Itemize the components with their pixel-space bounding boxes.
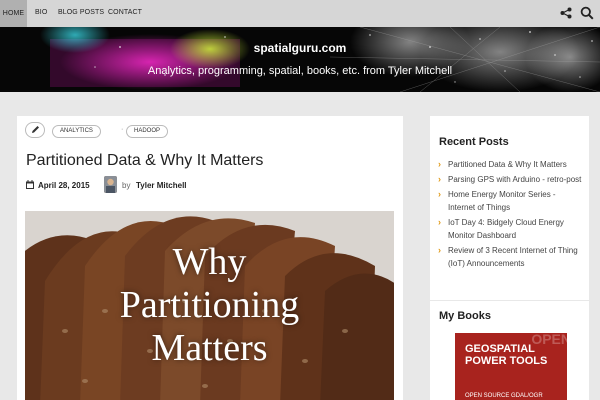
top-navigation: HOME BIO BLOG POSTS CONTACT bbox=[0, 0, 600, 27]
search-icon[interactable] bbox=[580, 6, 594, 20]
post-meta: April 28, 2015 by Tyler Mitchell bbox=[26, 176, 386, 194]
nav-home[interactable]: HOME bbox=[0, 0, 27, 27]
post-author[interactable]: Tyler Mitchell bbox=[136, 181, 187, 190]
book-subtitle: OPEN SOURCE GDAL/OGR bbox=[465, 393, 543, 399]
tag-separator: · bbox=[121, 126, 124, 133]
tag-hadoop[interactable]: HADOOP bbox=[126, 125, 169, 138]
post-card: ANALYTICS · HADOOP Partitioned Data & Wh… bbox=[17, 116, 403, 400]
pencil-icon bbox=[25, 122, 45, 138]
nav-bio[interactable]: BIO bbox=[35, 9, 47, 16]
chevron-right-icon: › bbox=[438, 159, 441, 169]
featured-image[interactable]: Why Partitioning Matters bbox=[25, 211, 394, 400]
featured-image-caption: Why Partitioning Matters bbox=[119, 241, 300, 369]
nav-contact[interactable]: CONTACT bbox=[108, 9, 142, 16]
list-item[interactable]: › Parsing GPS with Arduino - retro-post bbox=[438, 173, 584, 186]
post-date[interactable]: April 28, 2015 bbox=[38, 181, 90, 190]
list-item[interactable]: › Home Energy Monitor Series - Internet o… bbox=[438, 188, 584, 214]
recent-posts-widget: Recent Posts › Partitioned Data & Why It … bbox=[430, 116, 589, 300]
book-cover[interactable]: OPEN GEOSPATIAL POWER TOOLS OPEN SOURCE … bbox=[455, 333, 567, 400]
list-item[interactable]: › Review of 3 Recent Internet of Thing (I… bbox=[438, 244, 584, 270]
site-tagline: Analytics, programming, spatial, books, … bbox=[147, 65, 453, 77]
recent-posts-list: › Partitioned Data & Why It Matters › Pars… bbox=[438, 158, 584, 272]
tag-analytics[interactable]: ANALYTICS bbox=[52, 125, 101, 138]
header-background-image bbox=[40, 27, 600, 92]
chevron-right-icon: › bbox=[438, 189, 441, 199]
chevron-right-icon: › bbox=[438, 217, 441, 227]
byline-label: by bbox=[122, 181, 131, 190]
site-title[interactable]: spatialguru.com bbox=[0, 41, 600, 55]
site-header: spatialguru.com Analytics, programming, … bbox=[0, 27, 600, 92]
list-item[interactable]: › IoT Day 4: Bidgely Cloud Energy Monitor… bbox=[438, 216, 584, 242]
nav-blog-posts[interactable]: BLOG POSTS bbox=[58, 9, 104, 16]
list-item[interactable]: › Partitioned Data & Why It Matters bbox=[438, 158, 584, 171]
recent-posts-title: Recent Posts bbox=[439, 136, 509, 148]
post-title[interactable]: Partitioned Data & Why It Matters bbox=[26, 152, 263, 170]
my-books-title: My Books bbox=[439, 310, 491, 322]
share-icon[interactable] bbox=[560, 7, 572, 19]
my-books-widget: My Books OPEN GEOSPATIAL POWER TOOLS OPE… bbox=[430, 301, 589, 400]
chevron-right-icon: › bbox=[438, 174, 441, 184]
author-avatar bbox=[104, 176, 117, 193]
calendar-icon bbox=[26, 180, 34, 189]
book-title: GEOSPATIAL POWER TOOLS bbox=[465, 343, 548, 367]
chevron-right-icon: › bbox=[438, 245, 441, 255]
